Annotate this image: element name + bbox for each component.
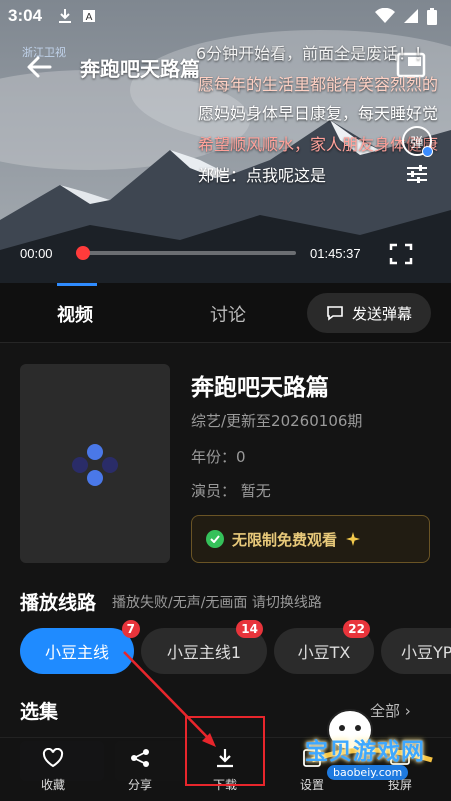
heart-icon: [42, 747, 64, 768]
line-chip-label: 小豆YP: [401, 643, 451, 662]
progress-bar[interactable]: [76, 246, 296, 260]
favorite-button[interactable]: 收藏: [23, 747, 83, 793]
send-danmaku-button[interactable]: 发送弹幕: [307, 293, 431, 333]
status-time: 3:04: [8, 6, 43, 25]
wifi-icon: [375, 8, 395, 23]
show-title: 奔跑吧天路篇: [191, 375, 329, 401]
line-chip-active[interactable]: 小豆主线 7: [20, 620, 140, 674]
signal-icon: [404, 9, 418, 23]
show-category: 综艺/更新至20260106期: [191, 412, 363, 430]
line-chip-label: 小豆主线: [44, 643, 109, 662]
line-chip[interactable]: 小豆主线1 14: [141, 620, 267, 674]
current-time: 00:00: [20, 246, 53, 261]
watermark-text: 宝贝游戏网: [305, 739, 425, 765]
show-year: 年份：0: [191, 448, 246, 466]
line-chip-badge: 22: [343, 620, 370, 638]
danmaku-on-dot: [422, 146, 433, 157]
danmaku-comment: 愿每年的生活里都能有笑容烈烈的: [198, 75, 439, 94]
check-icon: [206, 530, 224, 548]
lines-heading: 播放线路: [20, 592, 97, 614]
line-chip-label: 小豆主线1: [166, 643, 242, 662]
app-status-icon: A: [83, 10, 96, 23]
line-chip-badge: 7: [121, 620, 140, 638]
tab-video[interactable]: 视频: [57, 301, 93, 327]
comment-icon: [327, 306, 343, 321]
progress-knob[interactable]: [76, 246, 90, 260]
episodes-all-link[interactable]: 全部 ›: [370, 700, 411, 721]
line-chip[interactable]: 小豆YP: [381, 628, 451, 674]
active-tab-indicator: [57, 283, 97, 286]
danmaku-comment: 愿妈妈身体早日康复，每天睡好觉: [198, 104, 439, 123]
status-bar: 3:04 A: [0, 0, 451, 32]
fullscreen-icon[interactable]: [389, 243, 413, 265]
send-danmaku-label: 发送弹幕: [351, 304, 412, 323]
danmaku-settings-icon[interactable]: [405, 163, 429, 185]
line-chip-label: 小豆TX: [297, 643, 351, 662]
download-button[interactable]: 下载: [195, 748, 255, 793]
tab-discuss[interactable]: 讨论: [210, 301, 246, 327]
episodes-heading: 选集: [20, 701, 59, 723]
battery-icon: [427, 7, 437, 25]
episodes-all-label: 全部: [370, 702, 401, 720]
svg-text:A: A: [86, 12, 93, 23]
channel-logo: 浙江卫视: [22, 46, 66, 59]
player-title: 奔跑吧天路篇: [80, 57, 200, 81]
free-watch-label: 无限制免费观看: [232, 530, 338, 549]
download-icon: [217, 749, 233, 768]
line-chip-badge: 14: [236, 620, 263, 638]
show-cast: 演员： 暂无: [191, 482, 271, 500]
watermark-url: baobeiy.com: [327, 765, 409, 780]
favorite-label: 收藏: [40, 778, 65, 792]
lines-hint: 播放失败/无声/无画面 请切换线路: [112, 595, 322, 611]
chevron-right-icon: ›: [404, 702, 411, 720]
danmaku-toggle-button[interactable]: 弹: [402, 126, 433, 157]
loading-dots-icon: [72, 444, 118, 486]
download-status-icon: [59, 9, 72, 23]
video-player[interactable]: 3:04 A 浙江卫视 奔跑吧天路篇 6分钟开始看，前面全是废话！！ 愿每年的生…: [0, 0, 451, 283]
danmaku-comment: 6分钟开始看，前面全是废话！！: [196, 44, 431, 63]
sparkle-icon: [346, 532, 361, 546]
free-watch-badge: 无限制免费观看: [191, 515, 430, 563]
poster-placeholder: [20, 364, 170, 563]
total-time: 01:45:37: [310, 246, 361, 261]
share-button[interactable]: 分享: [110, 748, 170, 793]
share-icon: [131, 749, 149, 767]
download-label: 下载: [212, 778, 237, 792]
line-chip[interactable]: 小豆TX 22: [274, 620, 374, 674]
share-label: 分享: [127, 778, 152, 792]
danmaku-toggle-label: 弹: [410, 135, 424, 151]
danmaku-comment: 郑恺：点我呢这是: [198, 166, 327, 185]
